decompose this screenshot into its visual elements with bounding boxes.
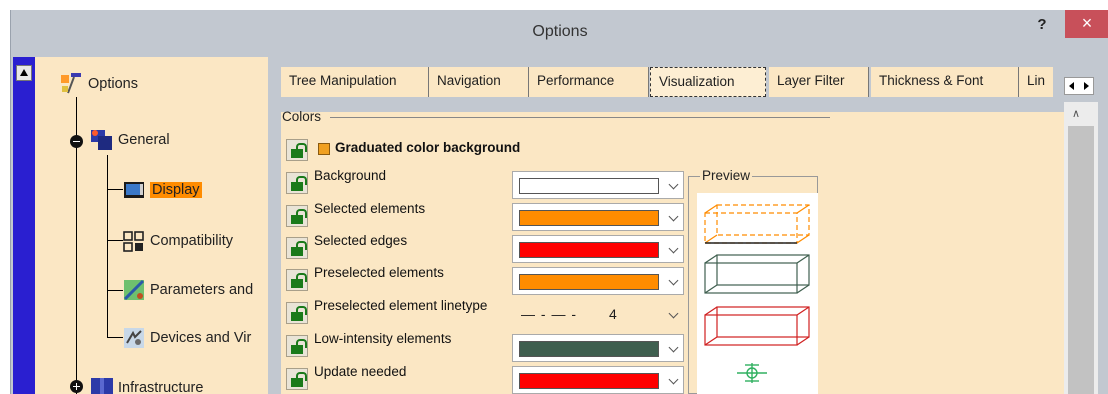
color-swatch xyxy=(519,178,659,194)
chevron-down-icon xyxy=(668,179,679,190)
preview-area xyxy=(697,193,818,394)
graduated-background-checkbox[interactable] xyxy=(318,143,330,155)
close-button[interactable]: × xyxy=(1065,10,1108,38)
general-icon xyxy=(89,127,115,153)
row-label: Preselected element linetype xyxy=(314,298,488,313)
color-swatch xyxy=(519,242,659,258)
tab-strip: Tree Manipulation Navigation Performance… xyxy=(271,67,1108,97)
lock-icon[interactable] xyxy=(286,335,308,357)
tab-scroll-left-icon[interactable] xyxy=(1069,82,1074,90)
row-label: Low-intensity elements xyxy=(314,331,452,346)
linetype-pattern: — - — - xyxy=(521,306,577,322)
tab-visualization[interactable]: Visualization xyxy=(650,67,766,97)
chevron-down-icon xyxy=(668,374,679,385)
tree-connector xyxy=(107,155,108,337)
panel-scrollbar-thumb[interactable] xyxy=(1068,126,1094,394)
tree-item-label: Devices and Vir xyxy=(150,330,252,346)
chevron-down-icon xyxy=(668,211,679,222)
lock-icon[interactable] xyxy=(286,205,308,227)
preview-label: Preview xyxy=(700,168,753,183)
lock-icon[interactable] xyxy=(286,302,308,324)
background-color-dropdown[interactable] xyxy=(512,171,684,199)
group-divider xyxy=(330,117,830,118)
collapse-toggle[interactable] xyxy=(70,135,83,148)
title-bar: Options ? × xyxy=(11,10,1108,57)
tree-item-label: Compatibility xyxy=(150,233,233,249)
lock-icon[interactable] xyxy=(286,237,308,259)
tree-item-label: Display xyxy=(150,182,202,198)
help-button[interactable]: ? xyxy=(1029,16,1055,38)
color-swatch xyxy=(519,274,659,290)
row-label: Selected elements xyxy=(314,201,426,216)
chevron-down-icon xyxy=(668,342,679,353)
tab-thickness-font[interactable]: Thickness & Font xyxy=(871,67,1019,97)
tree-item-label: General xyxy=(118,132,170,148)
parameters-icon xyxy=(121,277,147,303)
tree-item-devices[interactable]: Devices and Vir xyxy=(121,325,251,351)
devices-icon xyxy=(121,325,147,351)
compatibility-icon xyxy=(121,228,147,254)
tree-item-label: Infrastructure xyxy=(118,380,204,394)
tree-item-compatibility[interactable]: Compatibility xyxy=(121,228,233,254)
tab-linetype[interactable]: Lin xyxy=(1019,67,1053,97)
selected-elements-color-dropdown[interactable] xyxy=(512,203,684,231)
expand-toggle[interactable] xyxy=(70,380,83,393)
row-label: Selected edges xyxy=(314,233,408,248)
preselected-elements-color-dropdown[interactable] xyxy=(512,267,684,295)
tree-item-options[interactable]: Options xyxy=(59,71,138,97)
row-label: Background xyxy=(314,168,387,183)
tab-tree-manipulation[interactable]: Tree Manipulation xyxy=(281,67,429,97)
tree-scrollbar[interactable] xyxy=(13,57,35,394)
lock-icon[interactable] xyxy=(286,368,308,390)
tree-item-general[interactable]: General xyxy=(89,127,170,153)
chevron-down-icon xyxy=(668,243,679,254)
options-tree: Options General Display Compatibility Pa… xyxy=(13,57,268,394)
tab-scroll-arrows[interactable] xyxy=(1064,77,1094,95)
tree-item-label: Parameters and xyxy=(150,282,254,298)
lock-icon[interactable] xyxy=(286,172,308,194)
tree-item-label: Options xyxy=(88,76,138,92)
lock-icon[interactable] xyxy=(286,139,308,161)
tab-scroll-right-icon[interactable] xyxy=(1084,82,1089,90)
chevron-down-icon xyxy=(668,308,679,319)
row-label: Update needed xyxy=(314,364,407,379)
linetype-dropdown[interactable]: — - — - 4 xyxy=(512,300,684,328)
row-label: Preselected elements xyxy=(314,265,444,280)
infrastructure-icon xyxy=(89,375,115,394)
color-swatch xyxy=(519,210,659,226)
color-swatch xyxy=(519,373,659,389)
tree-item-parameters[interactable]: Parameters and xyxy=(121,277,253,303)
colors-group-label: Colors xyxy=(282,109,322,124)
low-intensity-color-dropdown[interactable] xyxy=(512,334,684,362)
preview-boxes-icon xyxy=(704,204,810,383)
tree-item-display[interactable]: Display xyxy=(121,177,202,203)
graduated-background-label: Graduated color background xyxy=(335,140,521,155)
tree-item-infrastructure[interactable]: Infrastructure xyxy=(89,375,203,394)
color-swatch xyxy=(519,341,659,357)
scroll-up-icon[interactable]: ∧ xyxy=(1072,107,1080,120)
update-needed-color-dropdown[interactable] xyxy=(512,366,684,394)
lock-icon[interactable] xyxy=(286,269,308,291)
selected-edges-color-dropdown[interactable] xyxy=(512,235,684,263)
top-strip xyxy=(0,0,1108,10)
linetype-number: 4 xyxy=(609,306,617,322)
tab-navigation[interactable]: Navigation xyxy=(429,67,529,97)
options-tree-icon xyxy=(59,71,85,97)
tree-scroll-up-arrow[interactable] xyxy=(16,65,32,81)
tab-layer-filter[interactable]: Layer Filter xyxy=(769,67,869,97)
tab-performance[interactable]: Performance xyxy=(529,67,649,97)
chevron-down-icon xyxy=(668,275,679,286)
dialog-title: Options xyxy=(532,23,588,40)
display-icon xyxy=(121,177,147,203)
